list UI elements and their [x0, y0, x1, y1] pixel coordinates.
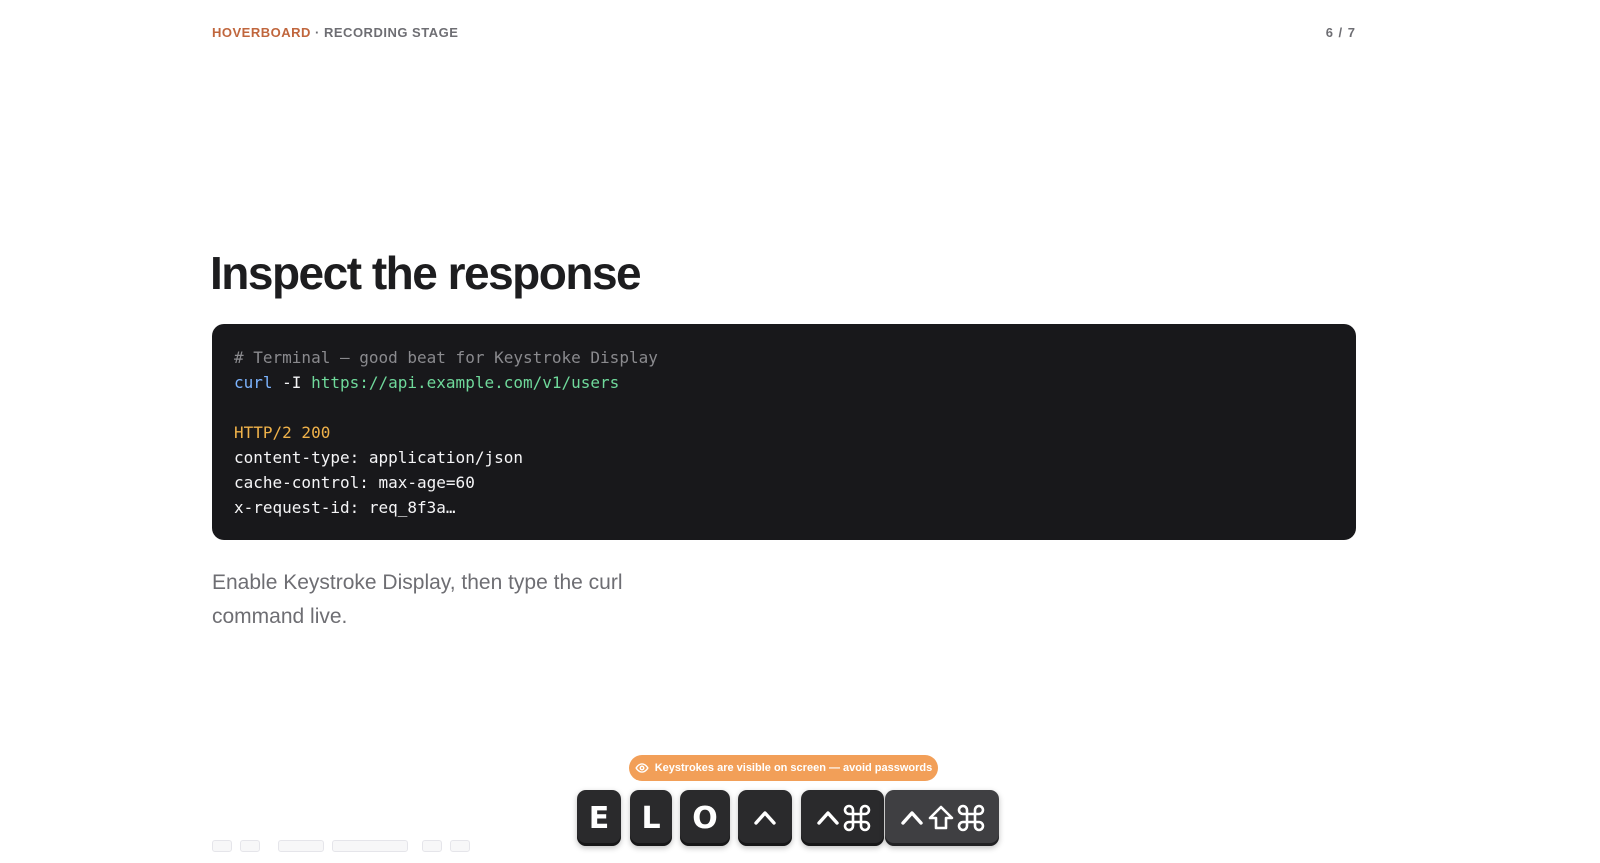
key-cap-l: L [630, 790, 672, 846]
terminal-command: curl -I https://api.example.com/v1/users [234, 370, 1334, 395]
control-key-icon [752, 808, 778, 828]
key-cap-control-command [801, 790, 884, 846]
toolbar-ghost-button [212, 840, 232, 852]
slide-caption: Enable Keystroke Display, then type the … [212, 571, 623, 628]
warning-text: Keystrokes are visible on screen — avoid… [654, 762, 933, 774]
command-flag: -I [272, 373, 312, 392]
presenter-toolbar-ghost [212, 840, 470, 852]
toolbar-ghost-button [422, 840, 442, 852]
key-cap-control [738, 790, 792, 846]
slide-title: Inspect the response [210, 247, 642, 299]
toolbar-ghost-button [450, 840, 470, 852]
toolbar-ghost-button [240, 840, 260, 852]
response-header: x-request-id: req_8f3a… [234, 498, 456, 517]
breadcrumb: HOVERBOARD · RECORDING STAGE [212, 25, 458, 40]
toolbar-ghost-button [332, 840, 408, 852]
command-key-icon [957, 804, 985, 832]
toolbar-ghost-button [278, 840, 324, 852]
keystroke-warning-pill: Keystrokes are visible on screen — avoid… [629, 755, 938, 781]
response-header: content-type: application/json [234, 448, 523, 467]
response-status: HTTP/2 200 [234, 423, 331, 442]
command-key-icon [843, 804, 871, 832]
command-url: https://api.example.com/v1/users [311, 373, 620, 392]
response-header: cache-control: max-age=60 [234, 473, 475, 492]
key-cap-e: E [577, 790, 621, 846]
key-cap-o: O [680, 790, 730, 846]
stage-label: RECORDING STAGE [324, 24, 459, 40]
shift-key-icon [927, 804, 955, 832]
control-key-icon [899, 808, 925, 828]
terminal-block: # Terminal — good beat for Keystroke Dis… [212, 324, 1356, 540]
command-name: curl [234, 373, 273, 392]
eye-icon [635, 761, 649, 775]
terminal-comment: # Terminal — good beat for Keystroke Dis… [234, 348, 658, 367]
breadcrumb-separator: · [315, 24, 320, 40]
slide-counter: 6 / 7 [1325, 24, 1356, 40]
brand-label: HOVERBOARD [212, 24, 311, 40]
key-cap-control-shift-command [885, 790, 999, 846]
top-bar: HOVERBOARD · RECORDING STAGE 6 / 7 [212, 22, 1356, 42]
control-key-icon [815, 808, 841, 828]
